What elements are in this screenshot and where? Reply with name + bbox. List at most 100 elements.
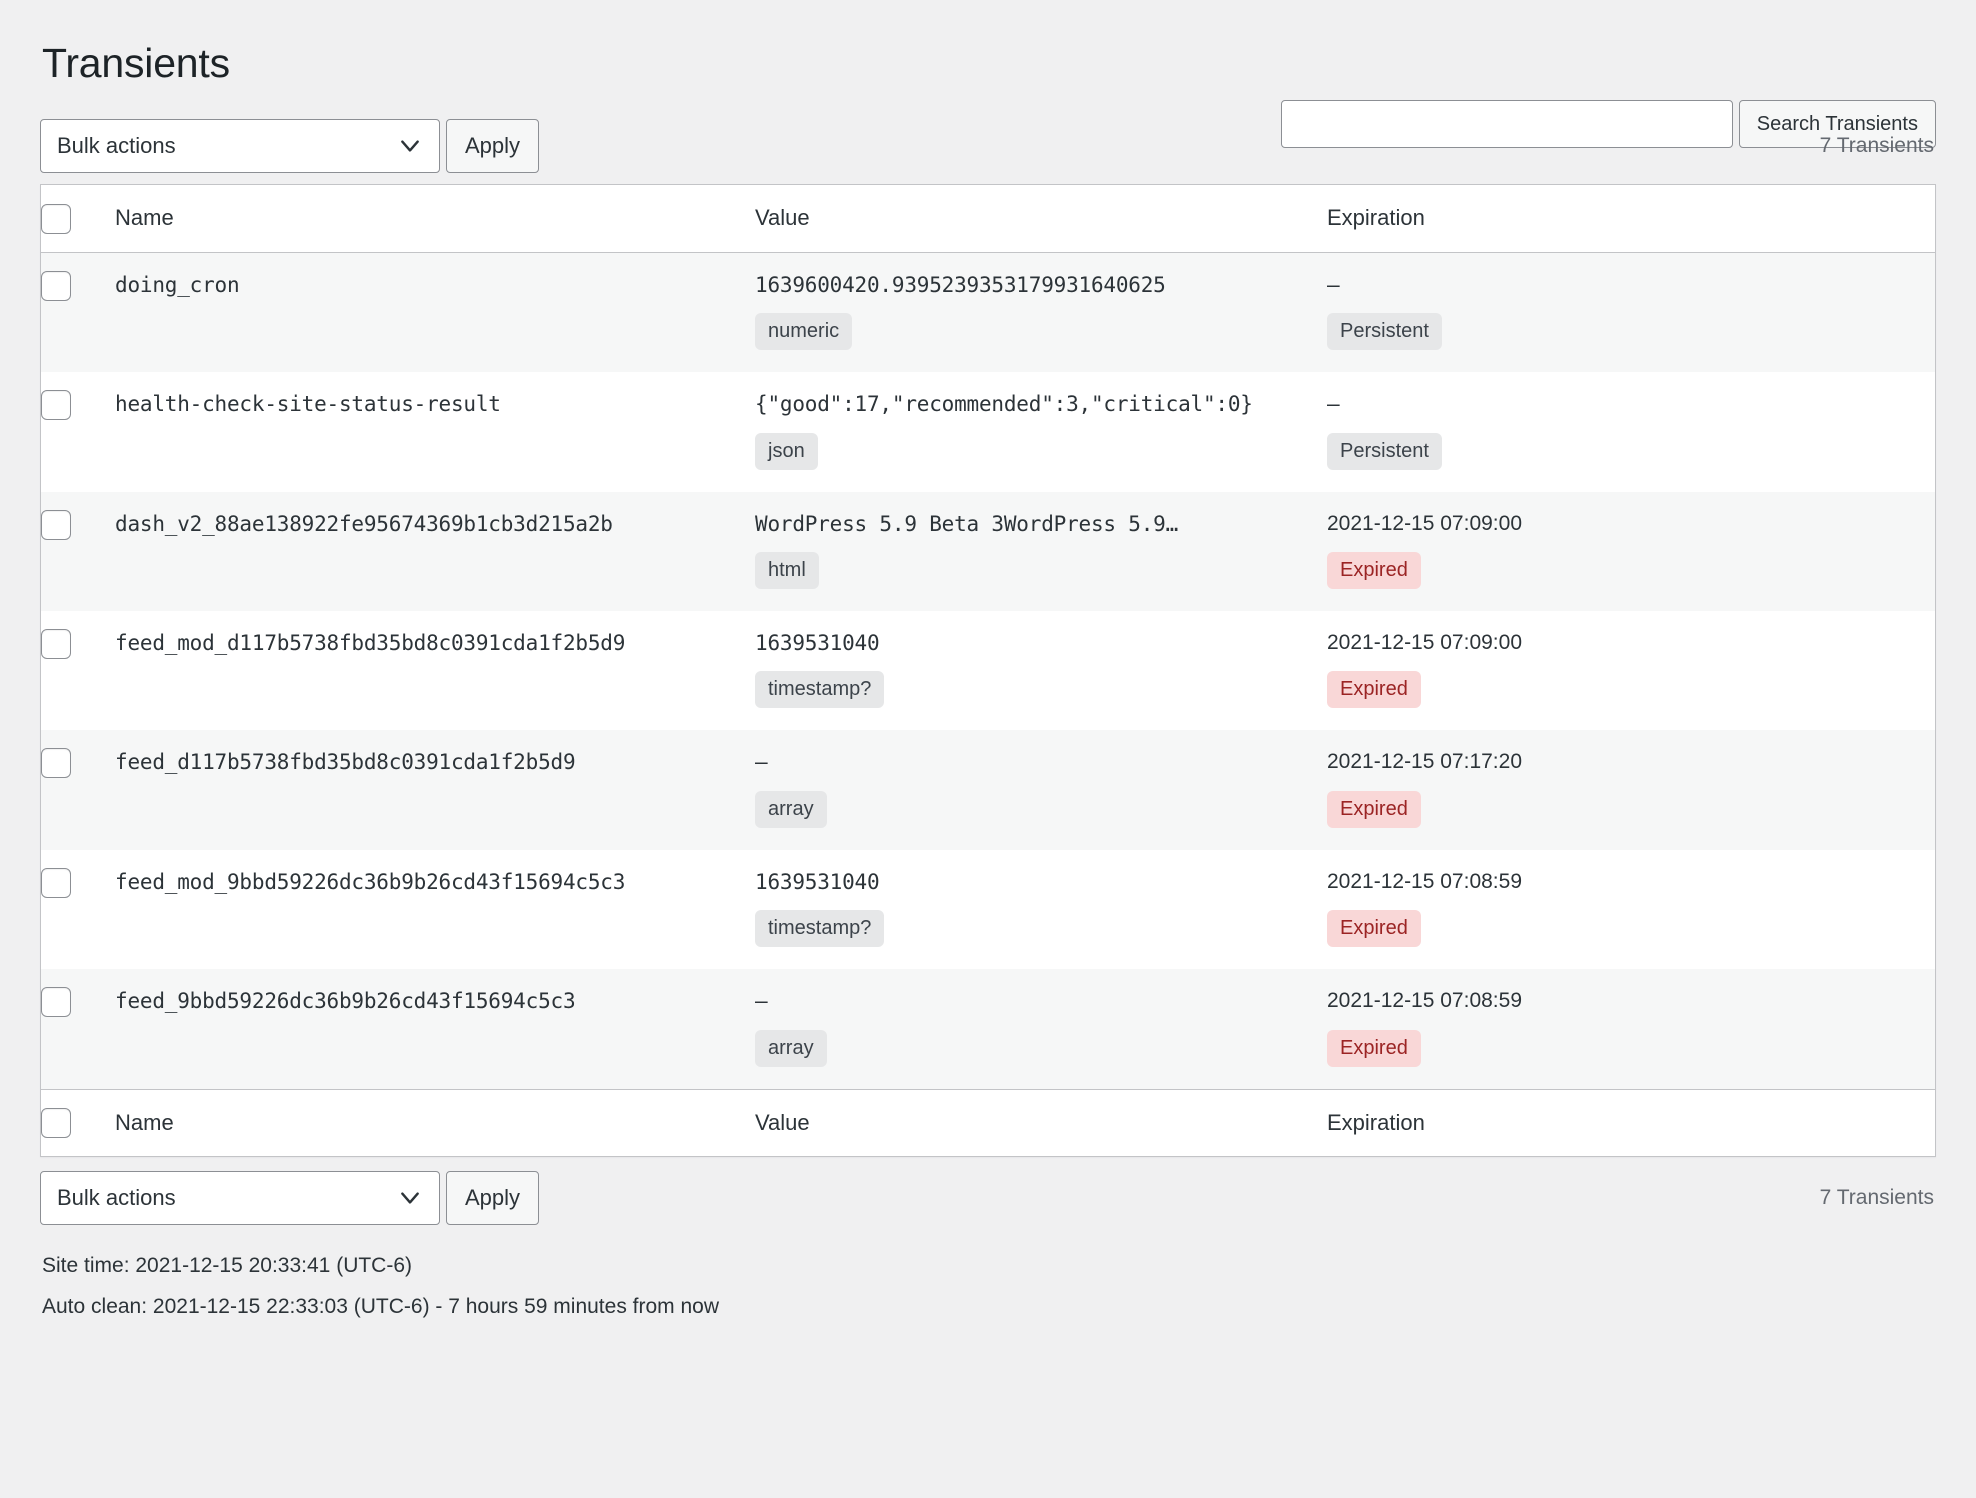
transient-name: dash_v2_88ae138922fe95674369b1cb3d215a2b [115, 511, 613, 536]
transient-value: WordPress 5.9 Beta 3WordPress 5.9… [755, 511, 1179, 536]
row-select-cell [41, 969, 115, 1089]
cell-value: {"good":17,"recommended":3,"critical":0}… [755, 372, 1327, 492]
transient-value: 1639600420.9395239353179931640625 [755, 273, 1166, 298]
bulk-actions-select-bottom-label: Bulk actions [57, 1185, 176, 1211]
cell-name: health-check-site-status-result [115, 372, 755, 492]
expiration-status-badge: Expired [1327, 671, 1421, 709]
expiration-value: — [1327, 273, 1340, 298]
auto-clean-text: Auto clean: 2021-12-15 22:33:03 (UTC-6) … [42, 1294, 720, 1318]
bulk-actions-group-top: Bulk actions Apply [40, 119, 540, 174]
transient-name: health-check-site-status-result [115, 392, 501, 417]
transient-name: feed_d117b5738fbd35bd8c0391cda1f2b5d9 [115, 750, 576, 775]
transient-name: feed_mod_d117b5738fbd35bd8c0391cda1f2b5d… [115, 631, 626, 656]
transient-value: — [755, 989, 768, 1014]
select-all-checkbox-bottom[interactable] [41, 1107, 71, 1138]
cell-expiration: 2021-12-15 07:08:59 Expired [1327, 969, 1935, 1089]
cell-value: — array [755, 969, 1327, 1089]
row-checkbox[interactable] [41, 748, 71, 779]
transient-name: feed_9bbd59226dc36b9b26cd43f15694c5c3 [115, 989, 576, 1014]
tablenav-bottom: Bulk actions Apply 7 Transients [40, 1171, 1936, 1226]
expiration-status-badge: Persistent [1327, 432, 1442, 470]
select-all-checkbox-top[interactable] [41, 203, 71, 234]
cell-value: — array [755, 730, 1327, 850]
row-select-cell [41, 849, 115, 970]
select-all-header [41, 185, 115, 254]
page-title: Transients [42, 40, 230, 86]
row-checkbox[interactable] [41, 987, 71, 1018]
site-time-text: Site time: 2021-12-15 20:33:41 (UTC-6) [42, 1254, 413, 1278]
expiration-status-badge: Expired [1327, 552, 1421, 590]
expiration-value: 2021-12-15 07:08:59 [1327, 989, 1522, 1013]
row-checkbox[interactable] [41, 629, 71, 660]
bulk-actions-group-bottom: Bulk actions Apply [40, 1171, 540, 1226]
bulk-actions-select-top[interactable]: Bulk actions [40, 119, 440, 174]
transient-name: doing_cron [115, 273, 240, 298]
cell-value: WordPress 5.9 Beta 3WordPress 5.9… html [755, 491, 1327, 612]
expiration-status-badge: Expired [1327, 910, 1421, 948]
value-type-badge: array [755, 1029, 827, 1067]
chevron-down-icon [401, 140, 419, 152]
value-type-badge: html [755, 552, 819, 590]
table-row: feed_d117b5738fbd35bd8c0391cda1f2b5d9 — … [41, 730, 1935, 850]
row-checkbox[interactable] [41, 867, 71, 898]
transient-value: 1639531040 [755, 869, 880, 894]
value-type-badge: json [755, 432, 818, 470]
expiration-status-badge: Persistent [1327, 313, 1442, 351]
table-row: feed_mod_d117b5738fbd35bd8c0391cda1f2b5d… [41, 611, 1935, 731]
cell-expiration: — Persistent [1327, 253, 1935, 373]
row-select-cell [41, 372, 115, 492]
column-header-expiration[interactable]: Expiration [1327, 185, 1935, 254]
transient-name: feed_mod_9bbd59226dc36b9b26cd43f15694c5c… [115, 869, 626, 894]
apply-button-top[interactable]: Apply [446, 119, 540, 174]
table-body: doing_cron 1639600420.939523935317993164… [41, 253, 1935, 1089]
column-footer-value[interactable]: Value [755, 1088, 1327, 1157]
cell-name: feed_mod_9bbd59226dc36b9b26cd43f15694c5c… [115, 849, 755, 970]
apply-button-bottom[interactable]: Apply [446, 1171, 540, 1226]
cell-name: feed_mod_d117b5738fbd35bd8c0391cda1f2b5d… [115, 611, 755, 731]
expiration-value: 2021-12-15 07:08:59 [1327, 869, 1522, 893]
cell-expiration: 2021-12-15 07:08:59 Expired [1327, 849, 1935, 970]
expiration-status-badge: Expired [1327, 790, 1421, 828]
value-type-badge: numeric [755, 313, 853, 351]
displaying-num-bottom: 7 Transients [1819, 1186, 1934, 1210]
row-checkbox[interactable] [41, 271, 71, 302]
row-checkbox[interactable] [41, 390, 71, 421]
value-type-badge: timestamp? [755, 671, 885, 709]
expiration-value: 2021-12-15 07:09:00 [1327, 631, 1522, 655]
cell-value: 1639531040 timestamp? [755, 611, 1327, 731]
row-checkbox[interactable] [41, 509, 71, 540]
column-footer-name[interactable]: Name [115, 1088, 755, 1157]
row-select-cell [41, 253, 115, 373]
footer-notes: Site time: 2021-12-15 20:33:41 (UTC-6) A… [40, 1251, 1936, 1322]
table-row: health-check-site-status-result {"good":… [41, 372, 1935, 492]
table-row: feed_mod_9bbd59226dc36b9b26cd43f15694c5c… [41, 849, 1935, 970]
cell-name: dash_v2_88ae138922fe95674369b1cb3d215a2b [115, 491, 755, 612]
column-header-name[interactable]: Name [115, 185, 755, 254]
column-header-value[interactable]: Value [755, 185, 1327, 254]
transient-value: {"good":17,"recommended":3,"critical":0} [755, 392, 1253, 417]
cell-name: doing_cron [115, 253, 755, 373]
cell-expiration: 2021-12-15 07:09:00 Expired [1327, 491, 1935, 612]
tablenav-top: Bulk actions Apply 7 Transients [40, 119, 1936, 174]
table-row: doing_cron 1639600420.939523935317993164… [41, 253, 1935, 373]
bulk-actions-select-top-label: Bulk actions [57, 133, 176, 159]
expiration-value: 2021-12-15 07:17:20 [1327, 750, 1522, 774]
displaying-num-top: 7 Transients [1819, 134, 1934, 158]
table-head: Name Value Expiration [41, 185, 1935, 254]
chevron-down-icon [401, 1192, 419, 1204]
transients-page: Transients Search Transients Bulk action… [0, 0, 1976, 1498]
value-type-badge: array [755, 790, 827, 828]
expiration-value: — [1327, 392, 1340, 417]
bulk-actions-select-bottom[interactable]: Bulk actions [40, 1171, 440, 1226]
table-row: dash_v2_88ae138922fe95674369b1cb3d215a2b… [41, 491, 1935, 612]
value-type-badge: timestamp? [755, 910, 885, 948]
cell-value: 1639531040 timestamp? [755, 849, 1327, 970]
select-all-footer [41, 1088, 115, 1157]
table-header-row: Name Value Expiration [41, 185, 1935, 254]
row-select-cell [41, 491, 115, 612]
table-footer-row: Name Value Expiration [41, 1088, 1935, 1157]
table-foot: Name Value Expiration [41, 1088, 1935, 1157]
transient-value: — [755, 750, 768, 775]
column-footer-expiration[interactable]: Expiration [1327, 1088, 1935, 1157]
row-select-cell [41, 611, 115, 731]
